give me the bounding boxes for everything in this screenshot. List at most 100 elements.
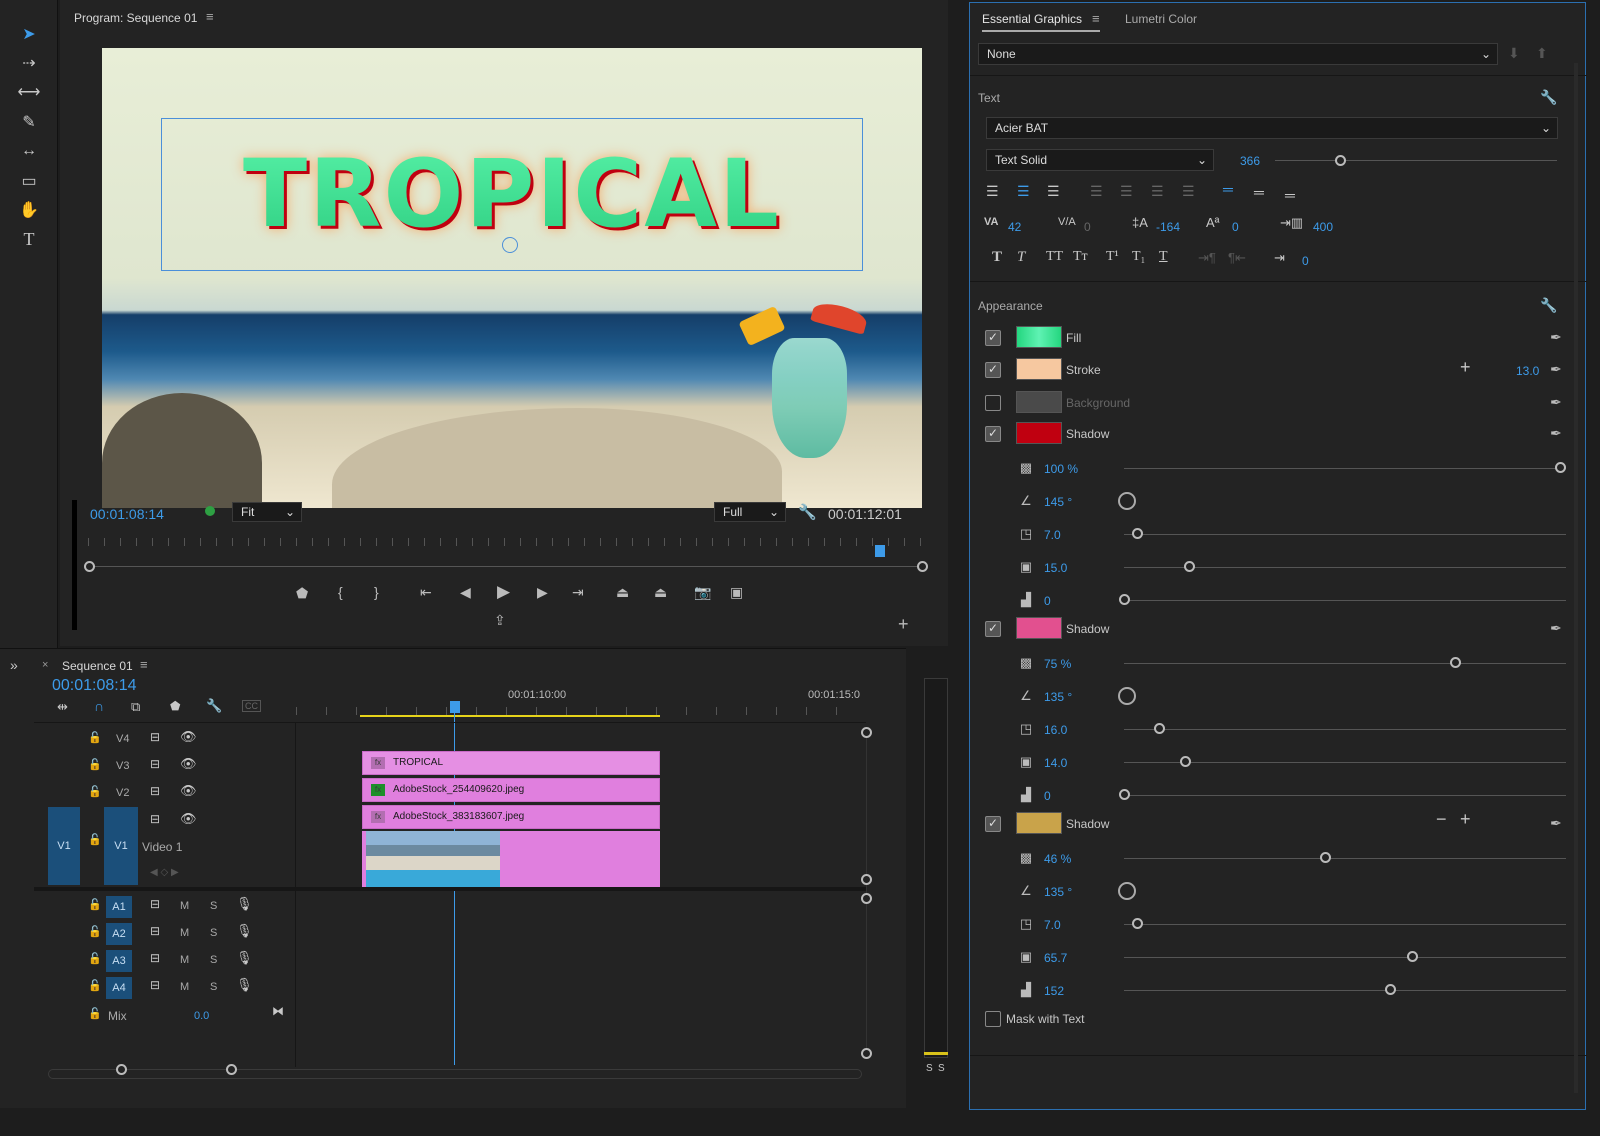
captions-icon[interactable]: CC (242, 700, 261, 712)
shadow-1-opacity[interactable]: 100 % (1044, 462, 1078, 476)
add-marker-icon[interactable]: ⬟ (296, 585, 308, 602)
step-forward-icon[interactable]: ▶ (537, 584, 548, 601)
shadow-3-size[interactable]: 65.7 (1044, 951, 1067, 965)
remove-shadow-icon[interactable]: − (1436, 809, 1447, 830)
expand-panels-icon[interactable]: » (10, 657, 18, 673)
mute-button[interactable]: M (180, 900, 189, 912)
shadow-2-distance-knob[interactable] (1153, 723, 1165, 734)
mix-value[interactable]: 0.0 (194, 1010, 209, 1022)
panel-menu-icon[interactable]: ≡ (1092, 11, 1100, 26)
shadow-1-distance-knob[interactable] (1132, 528, 1144, 539)
sync-lock-icon[interactable]: ⊟ (150, 784, 160, 798)
solo-right-button[interactable]: S (938, 1063, 945, 1074)
appearance-wrench-icon[interactable]: 🔧 (1540, 297, 1557, 314)
sync-lock-icon[interactable]: ⊟ (150, 897, 160, 911)
shadow-1-angle[interactable]: 145 ° (1044, 495, 1072, 509)
track-select-tool-icon[interactable]: ⇢ (14, 50, 44, 76)
track-target-a1[interactable]: A1 (106, 896, 132, 918)
track-target-a2[interactable]: A2 (106, 923, 132, 945)
shadow-2-blur-knob[interactable] (1119, 789, 1130, 800)
sync-lock-icon[interactable]: ⊟ (150, 924, 160, 938)
shadow-3-distance-knob[interactable] (1132, 918, 1144, 929)
align-left-icon[interactable]: ☰ (986, 183, 999, 200)
shadow-2-checkbox[interactable] (985, 621, 1001, 637)
eye-icon[interactable]: 👁 (180, 811, 197, 827)
hand-tool-icon[interactable]: ✋ (14, 197, 44, 223)
panel-menu-icon[interactable]: ≡ (206, 9, 214, 24)
shadow-1-size-knob[interactable] (1184, 561, 1196, 572)
shadow-3-blur[interactable]: 152 (1044, 984, 1064, 998)
shadow-2-swatch[interactable] (1016, 617, 1062, 639)
video-frame[interactable]: TROPICAL (102, 48, 922, 508)
lock-icon[interactable]: 🔓 (88, 833, 102, 846)
sync-lock-icon[interactable]: ⊟ (150, 812, 160, 826)
eyedropper-icon[interactable]: ✒ (1550, 361, 1562, 378)
track-target-a3[interactable]: A3 (106, 950, 132, 972)
eyedropper-icon[interactable]: ✒ (1550, 329, 1562, 346)
font-style-dropdown[interactable]: Text Solid ⌄ (986, 149, 1214, 171)
font-size-slider[interactable] (1275, 160, 1557, 161)
background-swatch[interactable] (1016, 391, 1062, 413)
shadow-3-opacity-slider[interactable] (1124, 858, 1566, 859)
font-size-slider-knob[interactable] (1334, 155, 1346, 166)
horizontal-scrollbar[interactable] (48, 1069, 862, 1079)
solo-button[interactable]: S (210, 954, 217, 966)
scroll-handle[interactable] (861, 1048, 872, 1059)
wrench-icon[interactable]: 🔧 (798, 503, 817, 521)
justify-all-icon[interactable]: ☰ (1182, 183, 1195, 200)
subscript-icon[interactable]: T₁ (1132, 249, 1145, 265)
ripple-edit-tool-icon[interactable]: ⟷ (14, 79, 44, 105)
shadow-1-blur[interactable]: 0 (1044, 594, 1051, 608)
superscript-icon[interactable]: T¹ (1106, 249, 1119, 265)
razor-tool-icon[interactable]: ✎ (14, 109, 44, 135)
clip-adobestock-254409620[interactable]: fx AdobeStock_254409620.jpeg (362, 778, 660, 802)
zoom-start-handle[interactable] (84, 561, 95, 572)
playhead[interactable] (875, 545, 885, 557)
shadow-3-angle[interactable]: 135 ° (1044, 885, 1072, 899)
faux-italic-icon[interactable]: T (1017, 249, 1025, 266)
shadow-3-checkbox[interactable] (985, 816, 1001, 832)
small-caps-icon[interactable]: Tт (1073, 249, 1088, 265)
move-up-icon[interactable]: ⬆ (1536, 45, 1548, 62)
eyedropper-icon[interactable]: ✒ (1550, 425, 1562, 442)
faux-bold-icon[interactable]: T (992, 249, 1002, 266)
mute-button[interactable]: M (180, 954, 189, 966)
shadow-3-opacity-knob[interactable] (1319, 852, 1331, 863)
lock-icon[interactable]: 🔓 (88, 785, 102, 798)
lock-icon[interactable]: 🔓 (88, 898, 102, 911)
timeline-timecode[interactable]: 00:01:08:14 (52, 677, 137, 695)
linked-selection-icon[interactable]: ⧉ (131, 699, 140, 715)
shadow-3-blur-slider[interactable] (1124, 990, 1566, 991)
shadow-1-opacity-slider[interactable] (1124, 468, 1566, 469)
shadow-1-distance[interactable]: 7.0 (1044, 528, 1061, 542)
export-frame-icon[interactable]: 📷 (694, 584, 711, 601)
close-tab-icon[interactable]: × (42, 659, 48, 671)
align-center-icon[interactable]: ☰ (1017, 183, 1030, 200)
zoom-handle-right[interactable] (226, 1064, 237, 1075)
fill-swatch[interactable] (1016, 326, 1062, 348)
shadow-3-size-knob[interactable] (1406, 951, 1418, 962)
eyedropper-icon[interactable]: ✒ (1550, 620, 1562, 637)
sync-lock-icon[interactable]: ⊟ (150, 757, 160, 771)
lock-icon[interactable]: 🔓 (88, 925, 102, 938)
sync-lock-icon[interactable]: ⊟ (150, 951, 160, 965)
add-stroke-icon[interactable]: + (1460, 357, 1471, 378)
eyedropper-icon[interactable]: ✒ (1550, 815, 1562, 832)
bowtie-icon[interactable]: ⧓ (272, 1004, 284, 1018)
clip-video1[interactable] (362, 831, 660, 887)
lock-icon[interactable]: 🔓 (88, 1007, 102, 1020)
microphone-icon[interactable]: 🎙 (236, 923, 253, 939)
justify-left-icon[interactable]: ☰ (1090, 183, 1103, 200)
shadow-1-size[interactable]: 15.0 (1044, 561, 1067, 575)
go-to-out-icon[interactable]: ⇥ (572, 584, 584, 601)
shadow-1-blur-knob[interactable] (1119, 594, 1130, 605)
lock-icon[interactable]: 🔓 (88, 952, 102, 965)
shadow-2-size[interactable]: 14.0 (1044, 756, 1067, 770)
rectangle-tool-icon[interactable]: ▭ (14, 168, 44, 194)
scroll-handle[interactable] (861, 893, 872, 904)
vertical-scrollbar[interactable] (866, 727, 867, 1057)
scroll-handle[interactable] (861, 874, 872, 885)
panel-scrollbar[interactable] (1574, 63, 1578, 1093)
shadow-2-distance[interactable]: 16.0 (1044, 723, 1067, 737)
work-area-bar[interactable] (360, 715, 660, 717)
